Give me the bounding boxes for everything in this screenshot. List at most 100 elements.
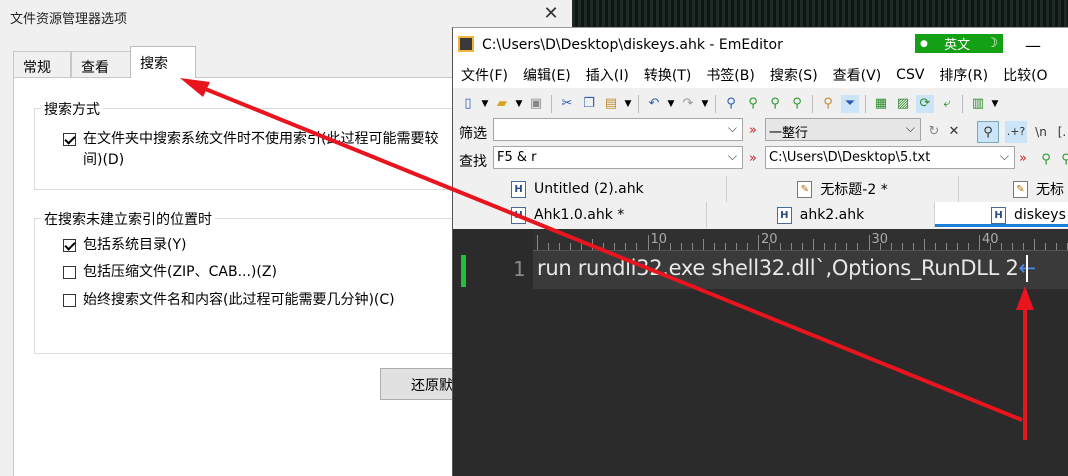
ruler-tick (559, 243, 561, 250)
chevron-down-icon[interactable]: ⌵ (906, 121, 915, 136)
ruler-tick (912, 243, 914, 250)
editor-area[interactable]: 10 20 30 40 1 run rundll32.exe shell32.dll`… (453, 229, 1068, 476)
find-path-input[interactable]: C:\Users\D\Desktop\5.txt ⌵ (765, 146, 1015, 169)
checkbox-unchecked[interactable] (63, 266, 76, 279)
chevron-down-icon[interactable]: ▼ (667, 95, 675, 113)
ruler-tick (647, 235, 649, 250)
chevron-down-icon[interactable]: ⌵ (1000, 149, 1009, 164)
menu-view[interactable]: 查看(V) (833, 65, 882, 85)
escape-toggle[interactable]: \n (1030, 121, 1052, 143)
save-icon[interactable]: ▣ (527, 95, 545, 113)
tab-untitled-2-ahk[interactable]: H Untitled (2).ahk (511, 176, 727, 202)
properties-icon[interactable]: ▥ (969, 95, 987, 113)
chevron-down-icon[interactable]: ▼ (624, 95, 632, 113)
refresh-icon[interactable]: ↻ (923, 121, 945, 143)
checkbox-checked[interactable] (63, 133, 76, 146)
find-path-value: C:\Users\D\Desktop\5.txt (769, 150, 931, 165)
menu-csv[interactable]: CSV (896, 67, 924, 83)
option-label-line1: 在文件夹中搜索系统文件时不使用索引(此过程可能需要较 (83, 131, 439, 147)
window-tile-icon[interactable]: ▦ (872, 95, 890, 113)
option-search-contents[interactable]: 始终搜索文件名和内容(此过程可能需要几分钟)(C) (63, 290, 395, 311)
ruler-tick (901, 243, 903, 250)
tab-untitled-partial[interactable]: ✎ 无标 (959, 176, 1068, 202)
open-folder-icon[interactable]: ▰ (493, 95, 511, 113)
ruler-tick (1045, 243, 1047, 250)
paste-icon[interactable]: ▤ (602, 95, 620, 113)
clear-icon[interactable]: ✕ (943, 121, 965, 143)
sync-icon[interactable]: ⟳ (916, 95, 934, 113)
chevron-down-icon[interactable]: ⌵ (728, 121, 737, 136)
cut-icon[interactable]: ✂ (558, 95, 576, 113)
tab-untitled-2[interactable]: ✎ 无标题-2 * (727, 176, 959, 202)
chevron-down-icon[interactable]: ▼ (701, 95, 709, 113)
menu-convert[interactable]: 转换(T) (644, 65, 691, 85)
chevron-down-icon[interactable]: ⌵ (728, 149, 737, 164)
find-prev-icon[interactable]: ⚲ (1055, 149, 1068, 171)
option-label-line2: 间)(D) (83, 152, 125, 168)
menu-edit[interactable]: 编辑(E) (523, 65, 571, 85)
option-include-system-dirs[interactable]: 包括系统目录(Y) (63, 235, 186, 256)
menu-sort[interactable]: 排序(R) (939, 65, 988, 85)
tab-general[interactable]: 常规 (13, 51, 71, 78)
ime-indicator[interactable]: ● 英文 ☽ (915, 34, 1003, 53)
copy-icon[interactable]: ❐ (580, 95, 598, 113)
redo-icon[interactable]: ↷ (679, 95, 697, 113)
tab-search[interactable]: 搜索 (130, 46, 196, 78)
find-prev-icon[interactable]: ⚲ (766, 95, 784, 113)
ruler-tick (868, 235, 870, 250)
find-icon[interactable]: ⚲ (722, 95, 740, 113)
find-next-icon[interactable]: ⚲ (744, 95, 762, 113)
option-dont-use-index[interactable]: 在文件夹中搜索系统文件时不使用索引(此过程可能需要较 间)(D) (63, 129, 438, 171)
menu-compare[interactable]: 比较(O (1003, 65, 1047, 85)
menu-bookmarks[interactable]: 书签(B) (706, 65, 755, 85)
ruler-tick (702, 239, 704, 250)
expand-icon[interactable]: » (1019, 151, 1027, 166)
close-icon[interactable]: ✕ (541, 4, 561, 24)
expand-icon[interactable]: » (749, 123, 757, 138)
ruler-tick (691, 243, 693, 250)
ruler-tick (537, 235, 538, 250)
checkbox-checked[interactable] (63, 239, 76, 252)
new-file-icon[interactable]: ▯ (459, 95, 477, 113)
ruler-tick (592, 239, 594, 250)
search-icon[interactable]: ⚲ (977, 121, 999, 143)
find-input[interactable]: F5 & r ⌵ (493, 146, 743, 169)
tab-ahk1-0-ahk[interactable]: H Ahk1.0.ahk * (511, 202, 707, 228)
bracket-toggle[interactable]: [. (1051, 121, 1068, 143)
tab-ahk2-ahk[interactable]: H ahk2.ahk (707, 202, 935, 228)
tab-label: 无标题-2 * (820, 182, 888, 198)
find-in-files-icon[interactable]: ⚲ (819, 95, 837, 113)
find-next-icon[interactable]: ⚲ (1035, 149, 1057, 171)
ruler-tick (1023, 243, 1025, 250)
menu-search[interactable]: 搜索(S) (770, 65, 818, 85)
toolbar-divider (715, 95, 716, 113)
option-include-compressed[interactable]: 包括压缩文件(ZIP、CAB...)(Z) (63, 262, 277, 283)
markers-icon[interactable]: ▨ (894, 95, 912, 113)
toolbar-divider (865, 95, 866, 113)
checkbox-unchecked[interactable] (63, 294, 76, 307)
ruler-tick (857, 243, 859, 250)
emeditor-app-icon (458, 36, 474, 52)
filter-icon[interactable]: ⏷ (841, 95, 859, 113)
expand-icon[interactable]: » (749, 151, 757, 166)
filter-input[interactable]: ⌵ (493, 118, 743, 141)
option-label: 包括压缩文件(ZIP、CAB...)(Z) (83, 264, 277, 280)
chevron-down-icon[interactable]: ▼ (515, 95, 523, 113)
menu-file[interactable]: 文件(F) (461, 65, 508, 85)
filter-mode-select[interactable]: 一整行 ⌵ (765, 118, 921, 141)
chevron-down-icon[interactable]: ▼ (481, 95, 489, 113)
tab-view[interactable]: 查看 (71, 51, 131, 78)
chevron-down-icon[interactable]: ▼ (991, 95, 999, 113)
code-line[interactable]: run rundll32.exe shell32.dll`,Options_Ru… (537, 256, 1036, 280)
wrap-icon[interactable]: ⤶ (938, 95, 956, 113)
replace-icon[interactable]: ⚲ (788, 95, 806, 113)
ruler-tick (890, 243, 892, 250)
menu-insert[interactable]: 插入(I) (586, 65, 629, 85)
ruler-tick (934, 243, 936, 250)
undo-icon[interactable]: ↶ (645, 95, 663, 113)
ruler-tick (835, 243, 837, 250)
minimize-icon[interactable]: — (1025, 36, 1041, 55)
regex-toggle[interactable]: .+? (1005, 121, 1027, 143)
text-file-icon: ✎ (797, 180, 813, 198)
document-tabs-row-1: H Untitled (2).ahk ✎ 无标题-2 * ✎ 无标 (453, 176, 1068, 202)
